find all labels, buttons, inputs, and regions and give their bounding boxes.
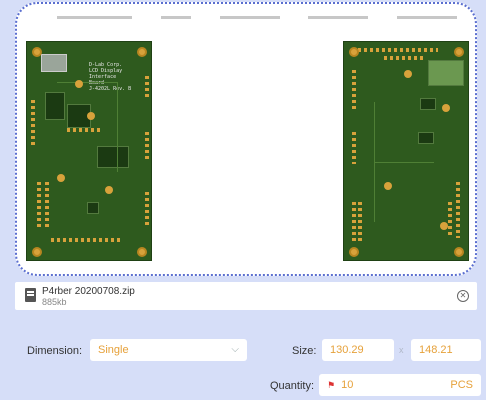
file-name: P4rber 20200708.zip — [42, 286, 135, 297]
quantity-label: Quantity: — [270, 380, 315, 392]
flag-icon: ⚑ — [327, 380, 336, 390]
size-separator: x — [399, 345, 404, 355]
dimension-value: Single — [98, 344, 129, 356]
size-width-input[interactable]: 130.29 — [322, 339, 394, 361]
remove-file-icon[interactable]: ✕ — [457, 290, 469, 302]
size-height-value: 148.21 — [419, 344, 453, 356]
size-height-input[interactable]: 148.21 — [411, 339, 481, 361]
dimension-select[interactable]: Single ⌵ — [90, 339, 247, 361]
size-label: Size: — [292, 345, 317, 357]
file-size: 885kb — [42, 297, 67, 307]
preview-header-strip — [57, 16, 457, 22]
dimension-label: Dimension: — [27, 345, 83, 357]
chevron-down-icon: ⌵ — [231, 344, 239, 355]
size-width-value: 130.29 — [330, 344, 364, 356]
pcb-front-image: D-Lab Corp. LCD Display Interface Board … — [26, 41, 152, 261]
pcb-back-image — [343, 41, 469, 261]
quantity-value: 10 — [341, 379, 354, 391]
zip-file-icon — [25, 288, 36, 302]
gerber-preview-panel: D-Lab Corp. LCD Display Interface Board … — [15, 2, 477, 276]
quantity-input[interactable]: ⚑ 10 PCS — [319, 374, 481, 396]
quantity-unit: PCS — [450, 379, 473, 391]
uploaded-file-row: P4rber 20200708.zip 885kb ✕ — [15, 282, 477, 310]
pcb-silkscreen-text: D-Lab Corp. LCD Display Interface Board … — [89, 62, 132, 92]
